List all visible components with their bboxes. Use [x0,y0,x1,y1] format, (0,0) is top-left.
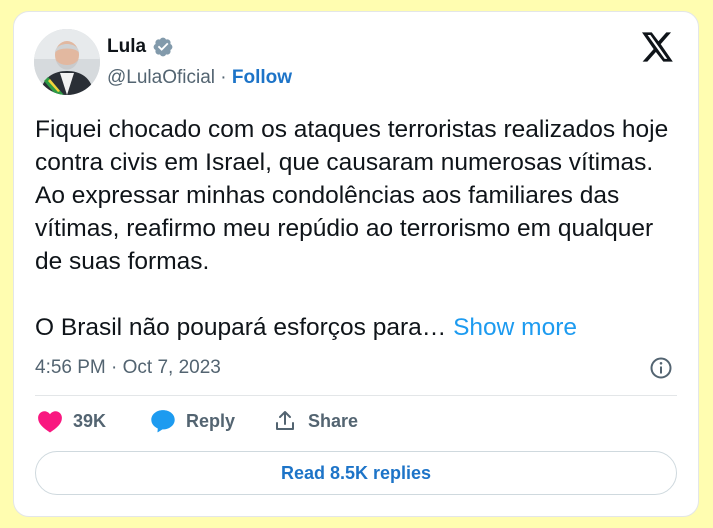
tweet-paragraph-text: O Brasil não poupará esforços para… [35,314,447,341]
verified-badge-icon [153,37,173,57]
share-label: Share [308,410,359,431]
avatar[interactable] [34,29,100,95]
author-handle[interactable]: @LulaOficial [107,67,215,88]
tweet-paragraph-truncated: O Brasil não poupará esforços para… Show… [35,311,685,344]
action-bar: 39K Reply Share [14,407,698,437]
tweet-paragraph: Fiquei chocado com os ataques terrorista… [35,116,669,275]
tweet-timestamp[interactable]: 4:56 PM · Oct 7, 2023 [35,357,221,379]
avatar-image [34,29,100,95]
separator-dot: · [220,67,227,88]
follow-button[interactable]: Follow [232,67,292,88]
show-more-link[interactable]: Show more [453,314,577,341]
share-icon [276,411,294,430]
info-icon[interactable] [649,356,673,380]
author-name[interactable]: Lula [107,36,146,58]
reply-button[interactable]: Reply [150,409,235,433]
author-meta: @LulaOficial · Follow [107,67,292,89]
read-replies-button[interactable]: Read 8.5K replies [35,451,677,495]
tweet-card: Lula @LulaOficial · Follow Fiquei chocad… [13,11,699,517]
divider [35,395,677,396]
share-button[interactable]: Share [272,409,358,433]
x-logo-icon[interactable] [642,32,674,62]
like-count: 39K [73,410,107,431]
heart-icon [38,411,62,433]
reply-label: Reply [186,410,236,431]
speech-bubble-icon [151,410,175,433]
tweet-text: Fiquei chocado com os ataques terrorista… [35,113,685,344]
like-button[interactable]: 39K [37,409,106,433]
